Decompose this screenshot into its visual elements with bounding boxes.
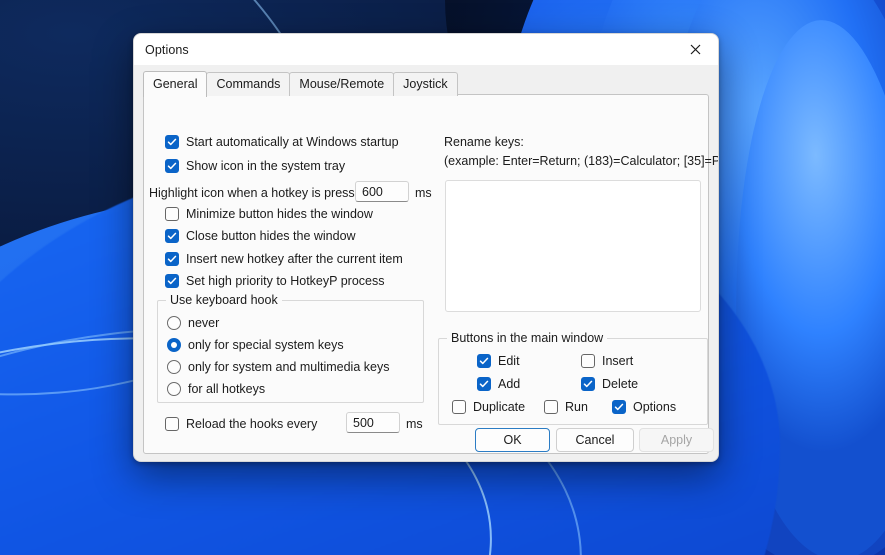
- hook-special-keys-label: only for special system keys: [188, 338, 344, 352]
- checkbox-row-tray[interactable]: Show icon in the system tray: [165, 159, 345, 173]
- close-hides-label: Close button hides the window: [186, 229, 356, 243]
- options-checkbox[interactable]: [612, 400, 626, 414]
- duplicate-checkbox[interactable]: [452, 400, 466, 414]
- tray-checkbox[interactable]: [165, 159, 179, 173]
- tab-commands[interactable]: Commands: [206, 72, 291, 96]
- hook-all-hotkeys-radio[interactable]: [167, 382, 181, 396]
- checkbox-row-close[interactable]: Close button hides the window: [165, 229, 356, 243]
- highlight-unit: ms: [415, 186, 432, 200]
- radio-row-never[interactable]: never: [167, 316, 219, 330]
- keyboard-hook-group-title: Use keyboard hook: [166, 293, 282, 307]
- close-icon: [690, 44, 701, 55]
- cancel-button[interactable]: Cancel: [556, 428, 634, 452]
- duplicate-label: Duplicate: [473, 400, 526, 414]
- checkbox-row-insert-hotkey[interactable]: Insert new hotkey after the current item: [165, 252, 403, 266]
- delete-label: Delete: [602, 377, 639, 391]
- reload-unit: ms: [406, 417, 423, 431]
- options-label: Options: [633, 400, 677, 414]
- rename-keys-title: Rename keys:: [444, 135, 524, 149]
- add-checkbox[interactable]: [477, 377, 491, 391]
- reload-hooks-checkbox[interactable]: [165, 417, 179, 431]
- checkbox-row-startup[interactable]: Start automatically at Windows startup: [165, 135, 399, 149]
- startup-checkbox[interactable]: [165, 135, 179, 149]
- delete-checkbox[interactable]: [581, 377, 595, 391]
- checkbox-row-insert[interactable]: Insert: [581, 354, 633, 368]
- priority-label: Set high priority to HotkeyP process: [186, 274, 385, 288]
- tab-panel-general: Start automatically at Windows startup S…: [143, 94, 718, 454]
- tab-joystick[interactable]: Joystick: [393, 72, 458, 96]
- checkbox-row-duplicate[interactable]: Duplicate: [452, 400, 525, 414]
- options-dialog: Options General Commands Mouse/Remote Jo…: [133, 33, 719, 462]
- tray-label: Show icon in the system tray: [186, 159, 346, 173]
- checkbox-row-add[interactable]: Add: [477, 377, 520, 391]
- hook-system-multimedia-label: only for system and multimedia keys: [188, 360, 390, 374]
- edit-label: Edit: [498, 354, 520, 368]
- hook-never-radio[interactable]: [167, 316, 181, 330]
- checkbox-row-edit[interactable]: Edit: [477, 354, 520, 368]
- highlight-label: Highlight icon when a hotkey is pressed:: [149, 186, 373, 200]
- priority-checkbox[interactable]: [165, 274, 179, 288]
- reload-interval-input[interactable]: [346, 412, 400, 433]
- minimize-checkbox[interactable]: [165, 207, 179, 221]
- tab-strip: General Commands Mouse/Remote Joystick: [143, 71, 458, 97]
- window-title: Options: [145, 42, 189, 57]
- tab-general[interactable]: General: [143, 71, 208, 97]
- reload-hooks-label: Reload the hooks every: [186, 417, 318, 431]
- insert-hotkey-checkbox[interactable]: [165, 252, 179, 266]
- checkbox-row-delete[interactable]: Delete: [581, 377, 638, 391]
- radio-row-all-hotkeys[interactable]: for all hotkeys: [167, 382, 265, 396]
- ok-button[interactable]: OK: [475, 428, 550, 452]
- main-window-buttons-group: Buttons in the main window Edit Insert A…: [438, 331, 708, 425]
- run-label: Run: [565, 400, 588, 414]
- rename-keys-textarea[interactable]: [445, 180, 701, 312]
- hook-all-hotkeys-label: for all hotkeys: [188, 382, 266, 396]
- rename-keys-example: (example: Enter=Return; (183)=Calculator…: [444, 154, 719, 168]
- insert-hotkey-label: Insert new hotkey after the current item: [186, 252, 403, 266]
- close-button[interactable]: [673, 34, 718, 65]
- apply-button: Apply: [639, 428, 714, 452]
- radio-row-special-keys[interactable]: only for special system keys: [167, 338, 344, 352]
- hook-special-keys-radio[interactable]: [167, 338, 181, 352]
- highlight-duration-input[interactable]: [355, 181, 409, 202]
- checkbox-row-options[interactable]: Options: [612, 400, 676, 414]
- checkbox-row-minimize[interactable]: Minimize button hides the window: [165, 207, 373, 221]
- checkbox-row-reload-hooks[interactable]: Reload the hooks every: [165, 417, 317, 431]
- hook-never-label: never: [188, 316, 220, 330]
- radio-row-system-multimedia[interactable]: only for system and multimedia keys: [167, 360, 389, 374]
- hook-system-multimedia-radio[interactable]: [167, 360, 181, 374]
- keyboard-hook-group: Use keyboard hook never only for special…: [157, 293, 424, 403]
- insert-checkbox[interactable]: [581, 354, 595, 368]
- startup-label: Start automatically at Windows startup: [186, 135, 399, 149]
- title-bar: Options: [134, 34, 718, 65]
- minimize-label: Minimize button hides the window: [186, 207, 373, 221]
- close-hides-checkbox[interactable]: [165, 229, 179, 243]
- add-label: Add: [498, 377, 521, 391]
- checkbox-row-priority[interactable]: Set high priority to HotkeyP process: [165, 274, 384, 288]
- insert-label: Insert: [602, 354, 634, 368]
- tab-mouse-remote[interactable]: Mouse/Remote: [289, 72, 395, 96]
- edit-checkbox[interactable]: [477, 354, 491, 368]
- run-checkbox[interactable]: [544, 400, 558, 414]
- checkbox-row-run[interactable]: Run: [544, 400, 588, 414]
- main-window-buttons-group-title: Buttons in the main window: [447, 331, 608, 345]
